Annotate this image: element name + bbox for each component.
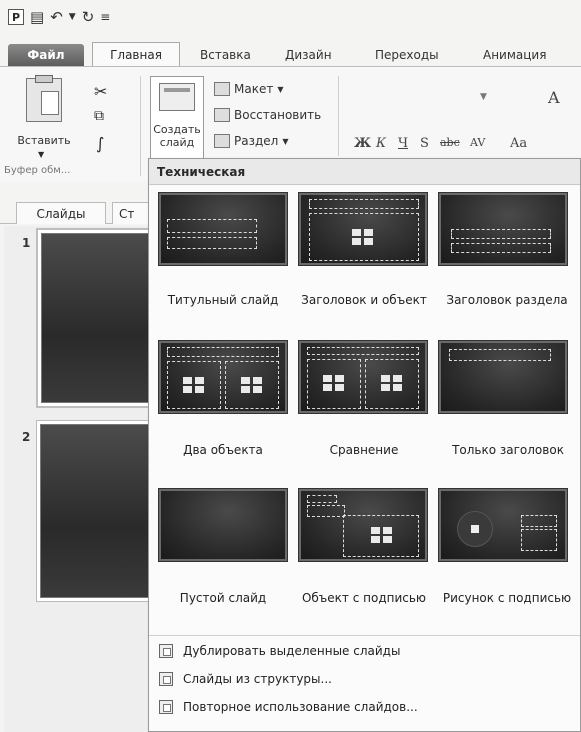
layout-label: Заголовок раздела <box>446 293 568 307</box>
layout-icon <box>214 82 230 96</box>
tab-home[interactable]: Главная <box>92 42 180 67</box>
content-placeholder-icon <box>371 527 393 543</box>
layout-gallery: Техническая Титульный слайд Заголовок и … <box>148 158 581 732</box>
slide-number: 2 <box>22 430 31 444</box>
layout-section-header[interactable] <box>438 192 568 266</box>
save-icon[interactable]: ▤ <box>30 9 44 25</box>
layout-blank[interactable] <box>158 488 288 562</box>
quick-access-toolbar: P ▤ ↶ ▼ ↻ ≡ <box>8 6 110 28</box>
reset-button[interactable]: Восстановить <box>214 108 321 122</box>
layout-title-and-content[interactable] <box>298 192 428 266</box>
reuse-slides-icon <box>159 700 173 714</box>
chevron-down-icon[interactable]: ▼ <box>69 9 76 25</box>
reuse-slides-command[interactable]: Повторное использование слайдов... <box>159 697 418 717</box>
content-placeholder-icon <box>241 377 263 393</box>
new-slide-label: Создать слайд <box>153 123 201 149</box>
content-placeholder-icon <box>323 375 345 391</box>
layout-label: Заголовок и объект <box>301 293 427 307</box>
slides-from-outline-command[interactable]: Слайды из структуры... <box>159 669 332 689</box>
new-slide-icon <box>159 83 195 111</box>
redo-icon[interactable]: ↻ <box>82 9 95 25</box>
chevron-down-icon[interactable]: ▼ <box>38 150 44 159</box>
layout-title-slide[interactable] <box>158 192 288 266</box>
tab-design[interactable]: Дизайн <box>285 48 332 62</box>
copy-icon[interactable]: ⧉ <box>94 108 104 124</box>
layout-two-content[interactable] <box>158 340 288 414</box>
layout-label: Два объекта <box>183 443 263 457</box>
section-label: Раздел <box>234 134 279 148</box>
tab-animation[interactable]: Анимация <box>483 48 546 62</box>
underline-button[interactable]: Ч <box>398 136 408 151</box>
slide-number: 1 <box>22 236 31 250</box>
menu-divider <box>149 635 580 636</box>
chevron-down-icon: ▼ <box>282 136 289 146</box>
tab-insert[interactable]: Вставка <box>200 48 251 62</box>
content-placeholder-icon <box>352 229 374 245</box>
reset-icon <box>214 108 230 122</box>
section-icon <box>214 134 230 148</box>
duplicate-slides-command[interactable]: Дублировать выделенные слайды <box>159 641 400 661</box>
layout-label: Титульный слайд <box>167 293 279 307</box>
duplicate-slides-icon <box>159 644 173 658</box>
slides-from-outline-icon <box>159 672 173 686</box>
change-case-button[interactable]: Aa <box>510 136 527 151</box>
menu-label: Повторное использование слайдов... <box>183 700 418 714</box>
spacing-button[interactable]: AV <box>470 136 485 149</box>
chevron-down-icon: ▼ <box>277 84 284 94</box>
menu-label: Дублировать выделенные слайды <box>183 644 401 658</box>
clipboard-group-label: Буфер обм... <box>4 165 71 176</box>
italic-button[interactable]: К <box>376 136 386 151</box>
theme-title: Техническая <box>149 159 580 185</box>
layout-title-only[interactable] <box>438 340 568 414</box>
group-divider <box>140 76 141 176</box>
paste-button[interactable]: Вставить <box>16 134 72 147</box>
powerpoint-app-icon[interactable]: P <box>8 9 24 25</box>
format-painter-icon[interactable]: ∫ <box>96 134 104 153</box>
paste-icon[interactable] <box>26 75 62 122</box>
new-slide-button[interactable]: Создать слайд <box>150 76 204 160</box>
grow-font-button[interactable]: A <box>548 88 560 107</box>
layout-label: Объект с подписью <box>301 591 427 605</box>
strikethrough-button[interactable]: abc <box>440 136 460 149</box>
layout-label: Сравнение <box>329 443 399 457</box>
layout-label: Только заголовок <box>452 443 564 457</box>
tab-transitions[interactable]: Переходы <box>375 48 439 62</box>
layout-picture-with-caption[interactable] <box>438 488 568 562</box>
chevron-down-icon[interactable]: ▼ <box>480 92 487 102</box>
menu-label: Слайды из структуры... <box>183 672 332 686</box>
picture-placeholder-icon <box>471 525 479 533</box>
reset-label: Восстановить <box>234 108 322 122</box>
cut-icon[interactable]: ✂ <box>94 82 107 101</box>
layout-comparison[interactable] <box>298 340 428 414</box>
slide-thumbnail-2[interactable] <box>36 420 154 602</box>
layout-label: Макет <box>234 82 274 96</box>
shadow-button[interactable]: S <box>420 136 429 151</box>
content-placeholder-icon <box>381 375 403 391</box>
layout-button[interactable]: Макет ▼ <box>214 82 283 96</box>
layout-content-with-caption[interactable] <box>298 488 428 562</box>
content-placeholder-icon <box>183 377 205 393</box>
tab-slides[interactable]: Слайды <box>16 202 106 224</box>
section-button[interactable]: Раздел ▼ <box>214 134 288 148</box>
customize-icon[interactable]: ≡ <box>100 9 110 25</box>
slide-thumbnail-1[interactable] <box>36 228 154 408</box>
undo-icon[interactable]: ↶ <box>50 9 63 25</box>
layout-label: Пустой слайд <box>179 591 267 605</box>
bold-button[interactable]: Ж <box>354 136 371 151</box>
tab-outline[interactable]: Ст <box>112 202 152 224</box>
file-tab[interactable]: Файл <box>8 44 84 66</box>
layout-label: Рисунок с подписью <box>442 591 572 605</box>
group-divider <box>338 76 339 156</box>
